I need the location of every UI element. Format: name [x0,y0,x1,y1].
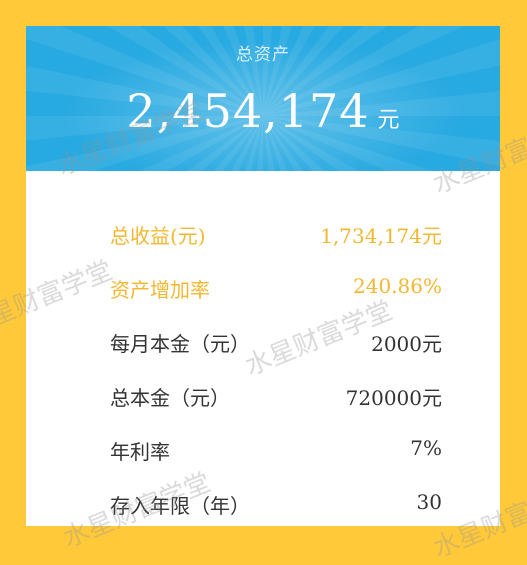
row-value: 2000元 [371,332,442,356]
row-value: 7% [410,436,442,460]
monthly-principal-row: 每月本金（元） 2000元 [26,314,500,368]
total-assets-amount: 2,454,174 元 [26,84,500,138]
row-label: 总本金（元） [110,386,230,410]
total-assets-title: 总资产 [236,45,290,65]
total-assets-header: 总资产 2,454,174 元 [26,26,500,171]
row-value: 30 [416,490,442,514]
total-earnings-row: 总收益(元) 1,734,174元 [26,206,500,260]
deposit-years-row: 存入年限（年） 30 [26,476,500,526]
total-assets-unit: 元 [377,108,400,133]
annual-rate-row: 年利率 7% [26,422,500,476]
row-label: 存入年限（年） [110,494,250,518]
asset-summary-card: 总资产 2,454,174 元 总收益(元) 1,734,174元 资产增加率 2… [26,26,500,526]
row-value: 720000元 [345,386,442,410]
result-list: 总收益(元) 1,734,174元 资产增加率 240.86% 每月本金（元） … [26,206,500,526]
row-label: 总收益(元) [110,224,206,248]
row-label: 每月本金（元） [110,332,250,356]
total-principal-row: 总本金（元） 720000元 [26,368,500,422]
row-label: 资产增加率 [110,278,210,302]
row-value: 1,734,174元 [320,224,442,248]
total-assets-value: 2,454,174 [126,84,370,138]
asset-growth-rate-row: 资产增加率 240.86% [26,260,500,314]
row-label: 年利率 [110,440,170,464]
row-value: 240.86% [353,274,442,298]
